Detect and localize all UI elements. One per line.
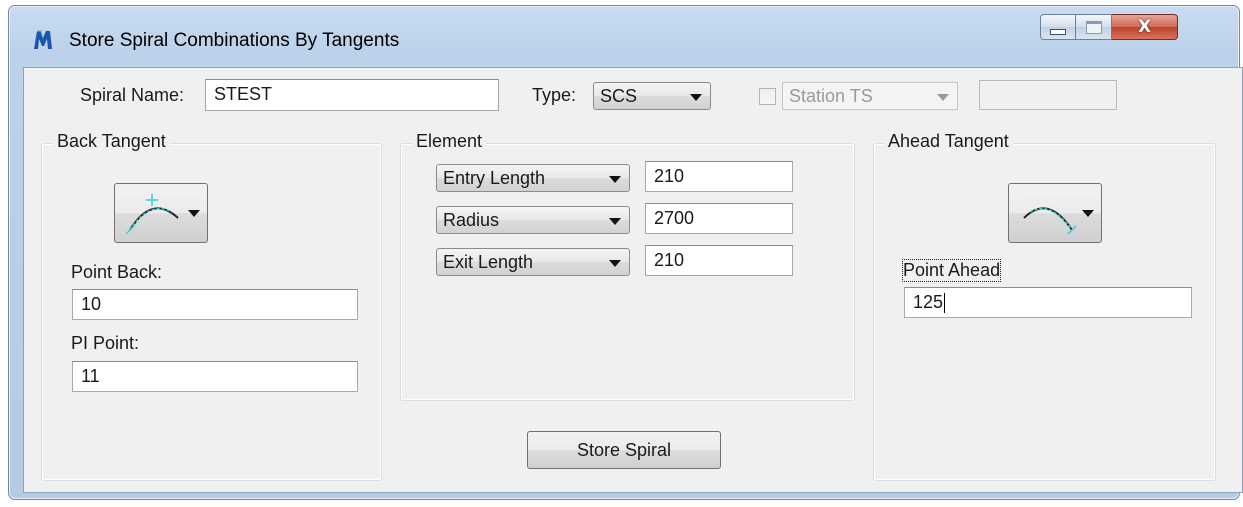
maximize-icon [1085,20,1102,34]
element-param-value: Radius [443,210,500,230]
close-button[interactable]: X [1112,14,1178,40]
station-select-value: Station TS [789,86,873,106]
dialog-body: Spiral Name: STEST Type: SCS Station TS … [23,67,1243,493]
chevron-down-icon [690,94,702,101]
point-back-label: Point Back: [71,262,163,282]
minimize-button[interactable] [1040,14,1076,40]
ahead-tangent-title: Ahead Tangent [884,131,1013,152]
point-back-input[interactable]: 10 [72,289,358,320]
spiral-name-input[interactable]: STEST [205,79,499,111]
point-ahead-label: Point Ahead [901,259,1002,282]
chevron-down-icon [609,218,621,225]
pi-point-input[interactable]: 11 [72,361,358,392]
curve-picker-icon [125,194,179,235]
element-param-value: Entry Length [443,168,546,188]
station-select[interactable]: Station TS [782,82,958,110]
store-spiral-button[interactable]: Store Spiral [527,431,721,469]
app-logo-icon [34,30,52,49]
window-title: Store Spiral Combinations By Tangents [69,30,400,51]
back-tangent-title: Back Tangent [53,131,170,152]
element-param-value: Exit Length [443,252,534,272]
point-ahead-input[interactable]: 125 [904,287,1192,318]
element-value-input-entry[interactable]: 210 [645,161,793,192]
type-select[interactable]: SCS [593,82,711,110]
chevron-down-icon [937,94,949,101]
element-value-input-radius[interactable]: 2700 [645,203,793,234]
element-param-select-exit[interactable]: Exit Length [436,248,630,276]
point-ahead-value: 125 [913,292,944,312]
close-icon: X [1137,17,1152,37]
element-param-select-radius[interactable]: Radius [436,206,630,234]
back-tangent-curve-picker[interactable] [114,183,208,243]
element-param-select-entry[interactable]: Entry Length [436,164,630,192]
dropdown-arrow-icon [1082,210,1094,217]
text-caret [944,293,946,314]
station-checkbox[interactable] [759,88,776,105]
dropdown-arrow-icon [188,210,200,217]
spiral-name-label: Spiral Name: [80,85,185,105]
station-value-input[interactable] [979,80,1117,110]
chevron-down-icon [609,260,621,267]
type-select-value: SCS [600,86,638,106]
curve-picker-icon [1023,207,1077,235]
type-label: Type: [532,85,577,105]
element-title: Element [412,131,487,152]
chevron-down-icon [609,176,621,183]
element-value-input-exit[interactable]: 210 [645,245,793,276]
title-bar[interactable]: Store Spiral Combinations By Tangents X [9,6,1239,72]
dialog-window: Store Spiral Combinations By Tangents X … [8,5,1243,500]
minimize-icon [1050,29,1066,35]
maximize-button[interactable] [1076,14,1112,40]
pi-point-label: PI Point: [71,333,140,353]
ahead-tangent-curve-picker[interactable] [1008,183,1102,243]
